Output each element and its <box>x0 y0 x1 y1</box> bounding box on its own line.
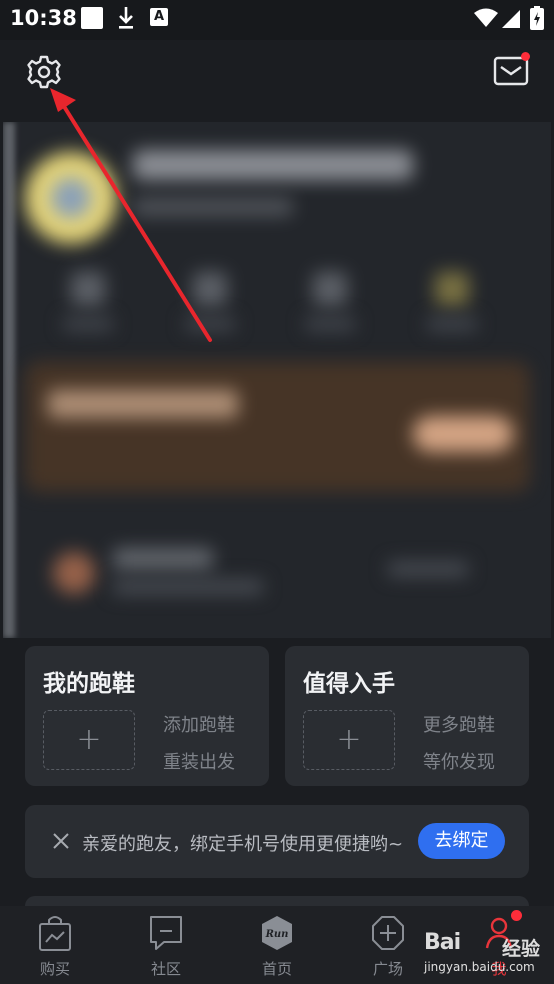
wifi-icon <box>474 8 498 27</box>
plus-icon: + <box>76 722 102 757</box>
profile-notification-dot <box>511 910 522 921</box>
bind-phone-button[interactable]: 去绑定 <box>418 823 505 859</box>
stat-icon-3[interactable] <box>313 272 347 306</box>
add-shoe-button[interactable]: + <box>43 710 135 770</box>
worth-buying-card[interactable]: 值得入手 + 更多跑鞋 等你发现 <box>285 646 529 786</box>
nav-label: 我 <box>491 960 507 978</box>
stat-label-2 <box>185 318 235 330</box>
signal-icon <box>502 10 520 28</box>
card-title: 值得入手 <box>303 671 395 697</box>
battery-charging-icon <box>530 6 544 30</box>
edge-shadow <box>3 122 15 638</box>
stat-icon-2[interactable] <box>193 272 227 306</box>
profile-icon <box>485 917 513 949</box>
settings-gear-icon[interactable] <box>26 54 62 90</box>
card-line-1: 更多跑鞋 <box>423 715 495 736</box>
promo-button-blurred[interactable] <box>413 416 513 452</box>
nav-item-home[interactable]: Run 首页 <box>237 906 317 984</box>
stat-label-1 <box>63 318 113 330</box>
bottom-nav: 购买 社区 Run 首页 广场 我 <box>0 906 554 984</box>
list-row-subtitle-blurred <box>113 580 263 594</box>
stat-icon-1[interactable] <box>71 272 105 306</box>
nav-label: 首页 <box>261 960 292 978</box>
card-line-2: 重装出发 <box>163 752 235 773</box>
close-icon[interactable] <box>52 832 70 850</box>
profile-header-blurred <box>3 122 551 638</box>
svg-text:Run: Run <box>265 929 289 940</box>
nav-item-buy[interactable]: 购买 <box>15 906 95 984</box>
run-logo-icon: Run <box>262 916 292 950</box>
nav-item-community[interactable]: 社区 <box>126 906 206 984</box>
stat-label-3 <box>305 318 355 330</box>
shopping-bag-icon <box>39 916 71 951</box>
status-bar: 10:38 A <box>0 0 554 40</box>
card-title: 我的跑鞋 <box>43 671 135 697</box>
download-icon <box>119 7 133 29</box>
promo-text-blurred <box>48 390 238 418</box>
plus-icon: + <box>336 722 362 757</box>
card-line-2: 等你发现 <box>423 752 495 773</box>
stat-icon-4[interactable] <box>435 272 469 306</box>
user-subtitle-blurred <box>133 198 293 216</box>
notification-square-icon <box>81 7 103 29</box>
nav-item-me[interactable]: 我 <box>459 906 539 984</box>
bind-phone-banner: 亲爱的跑友，绑定手机号使用更便捷哟~ 去绑定 <box>25 805 529 878</box>
nav-item-square[interactable]: 广场 <box>348 906 428 984</box>
nav-label: 购买 <box>39 960 70 978</box>
stat-label-4 <box>427 318 477 330</box>
username-blurred <box>133 150 413 180</box>
status-time: 10:38 <box>10 6 77 30</box>
list-row-icon <box>53 552 95 594</box>
banner-text: 亲爱的跑友，绑定手机号使用更便捷哟~ <box>82 834 404 855</box>
nav-label: 社区 <box>150 960 181 978</box>
card-line-1: 添加跑鞋 <box>163 715 235 736</box>
plus-octagon-icon <box>372 916 404 950</box>
my-shoes-card[interactable]: 我的跑鞋 + 添加跑鞋 重装出发 <box>25 646 269 786</box>
unread-dot <box>521 52 530 61</box>
avatar-image <box>51 178 91 218</box>
a-badge-icon: A <box>150 8 168 26</box>
discover-shoe-button[interactable]: + <box>303 710 395 770</box>
list-row-right-blurred[interactable] <box>388 562 468 576</box>
list-row-title-blurred <box>113 548 213 570</box>
chat-square-icon <box>150 916 182 950</box>
nav-label: 广场 <box>372 960 403 978</box>
